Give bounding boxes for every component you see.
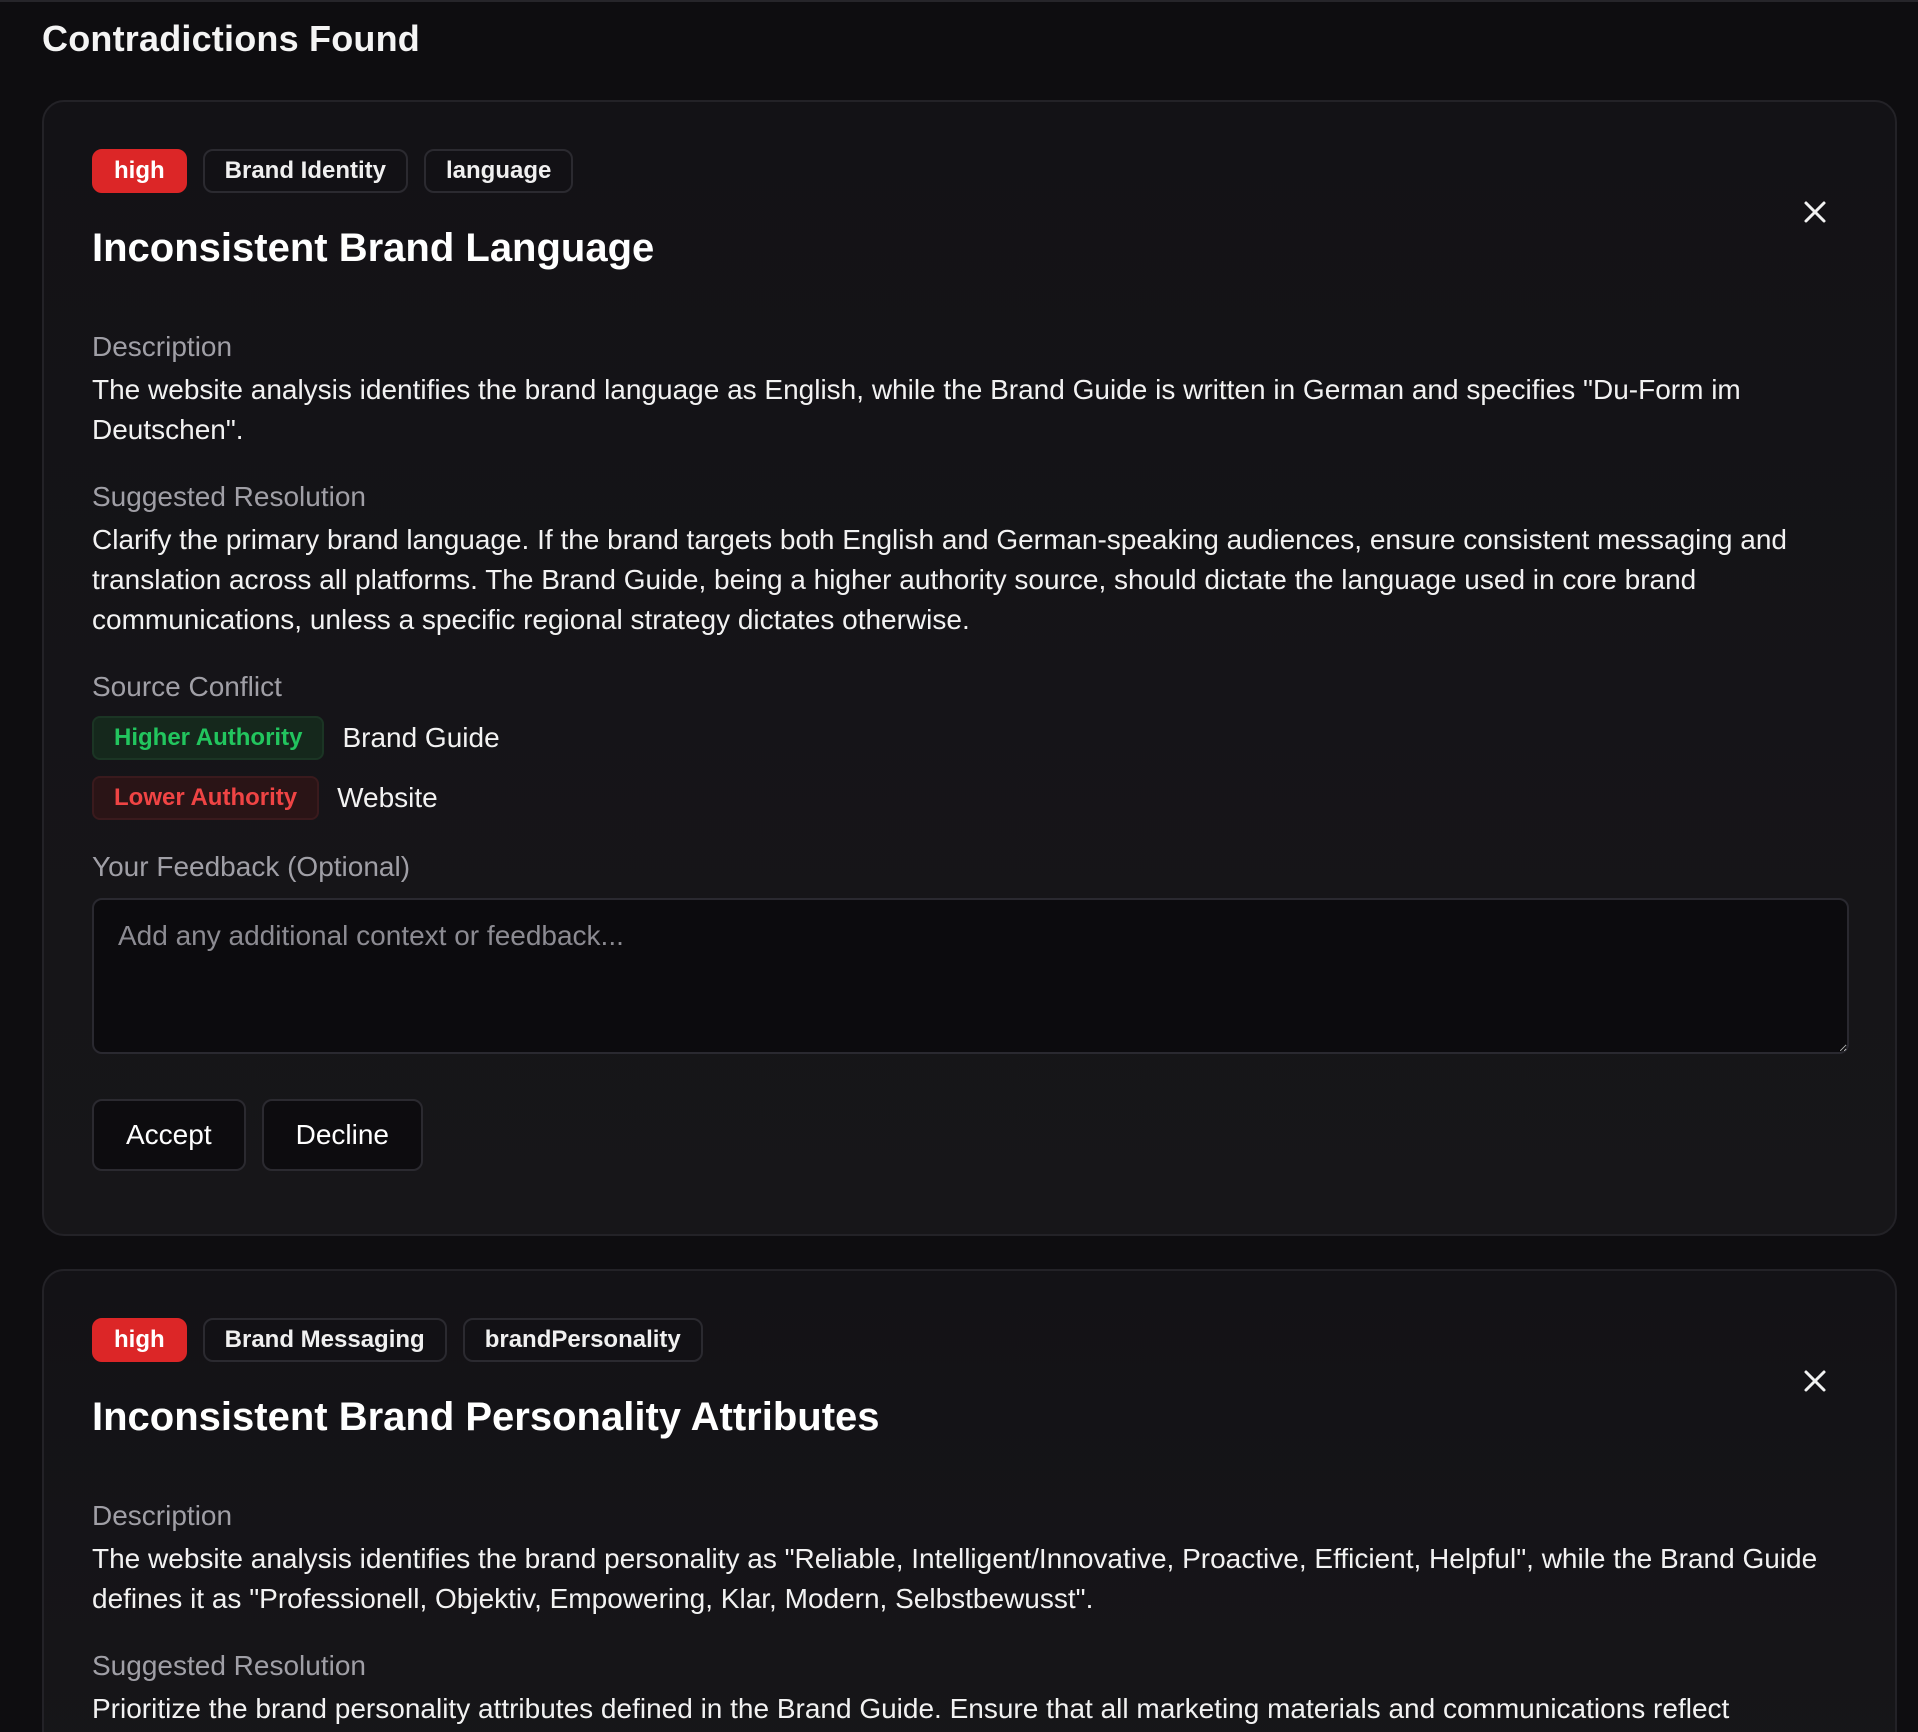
higher-authority-row: Higher Authority Brand Guide: [92, 716, 1847, 760]
action-row: Accept Decline: [92, 1099, 1847, 1171]
resolution-text: Clarify the primary brand language. If t…: [92, 524, 1787, 635]
resolution-label: Suggested Resolution: [92, 481, 366, 512]
feedback-input[interactable]: [92, 898, 1849, 1054]
close-icon: [1804, 1370, 1826, 1392]
tag-row: high Brand Messaging brandPersonality: [92, 1317, 1847, 1363]
card-title: Inconsistent Brand Language: [92, 226, 655, 270]
higher-authority-badge: Higher Authority: [92, 716, 325, 760]
resolution-label: Suggested Resolution: [92, 1650, 366, 1681]
severity-badge: high: [92, 149, 187, 193]
severity-badge: high: [92, 1318, 187, 1362]
accept-button[interactable]: Accept: [92, 1099, 246, 1171]
decline-button[interactable]: Decline: [261, 1099, 423, 1171]
higher-authority-source: Brand Guide: [342, 722, 500, 753]
close-button[interactable]: [1797, 1363, 1833, 1399]
source-conflict-label: Source Conflict: [92, 671, 282, 702]
category-badge: Brand Messaging: [202, 1318, 447, 1362]
description-text: The website analysis identifies the bran…: [92, 374, 1741, 445]
category-badge: Brand Identity: [202, 149, 408, 193]
description-label: Description: [92, 1500, 233, 1531]
lower-authority-row: Lower Authority Website: [92, 776, 1847, 820]
description-text: The website analysis identifies the bran…: [92, 1543, 1818, 1614]
tag-row: high Brand Identity language: [92, 148, 1847, 194]
close-button[interactable]: [1797, 194, 1833, 230]
lower-authority-source: Website: [337, 782, 438, 813]
contradiction-card: high Brand Messaging brandPersonality In…: [42, 1269, 1897, 1732]
lower-authority-badge: Lower Authority: [92, 776, 320, 820]
card-title: Inconsistent Brand Personality Attribute…: [92, 1395, 880, 1439]
feedback-label: Your Feedback (Optional): [92, 851, 411, 882]
description-label: Description: [92, 331, 233, 362]
contradiction-card: high Brand Identity language Inconsisten…: [42, 100, 1897, 1236]
field-badge: language: [424, 149, 574, 193]
page-heading: Contradictions Found: [42, 18, 420, 59]
field-badge: brandPersonality: [462, 1318, 703, 1362]
resolution-text: Prioritize the brand personality attribu…: [92, 1693, 1730, 1724]
close-icon: [1804, 201, 1826, 223]
